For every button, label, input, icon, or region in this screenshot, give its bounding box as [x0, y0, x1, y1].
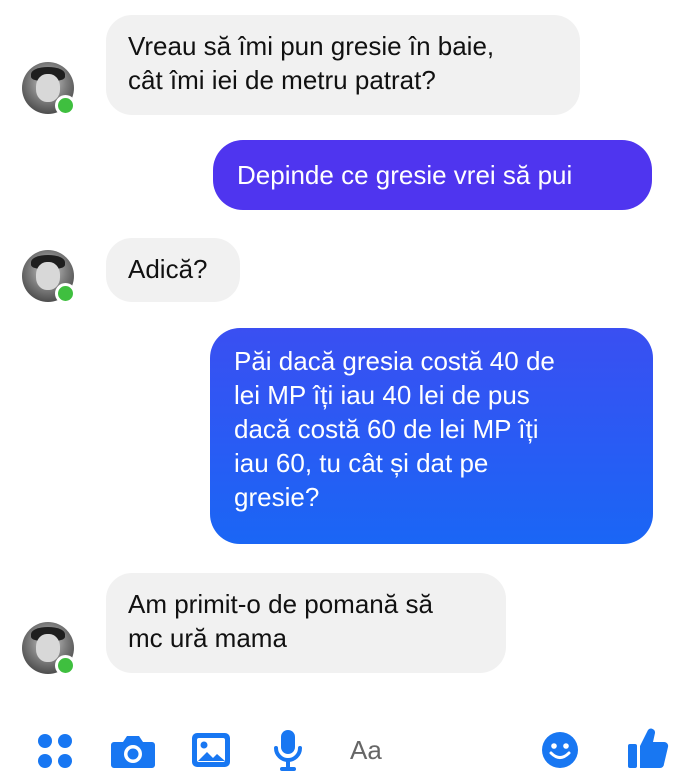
chat-screen: Vreau să îmi pun gresie în baie, cât îmi…: [0, 0, 700, 781]
message-bubble-outgoing[interactable]: Păi dacă gresia costă 40 de lei MP îți i…: [210, 328, 653, 544]
message-input[interactable]: Aa: [350, 733, 382, 767]
online-status-icon: [55, 655, 76, 676]
avatar-face: [36, 74, 60, 102]
contact-avatar[interactable]: [22, 622, 76, 676]
message-line: mc ură mama: [128, 623, 287, 653]
contact-avatar[interactable]: [22, 62, 76, 116]
online-status-icon: [55, 95, 76, 116]
avatar-face: [36, 634, 60, 662]
emoji-icon[interactable]: [540, 730, 580, 770]
online-status-icon: [55, 283, 76, 304]
message-line: Vreau să îmi pun gresie în baie,: [128, 31, 495, 61]
message-line: cât îmi iei de metru patrat?: [128, 65, 436, 95]
message-line: gresie?: [234, 482, 320, 512]
message-line: lei MP îți iau 40 lei de pus: [234, 380, 530, 410]
apps-icon[interactable]: [36, 732, 74, 770]
contact-avatar[interactable]: [22, 250, 76, 304]
message-line: Adică?: [128, 254, 208, 284]
message-line: Am primit-o de pomană să: [128, 589, 433, 619]
message-line: Depinde ce gresie vrei să pui: [237, 160, 573, 190]
message-line: iau 60, tu cât și dat pe: [234, 448, 489, 478]
gallery-icon[interactable]: [190, 730, 232, 770]
message-line: Păi dacă gresia costă 40 de: [234, 346, 555, 376]
thumbs-up-icon[interactable]: [626, 724, 670, 770]
microphone-icon[interactable]: [272, 728, 304, 772]
avatar-face: [36, 262, 60, 290]
message-line: dacă costă 60 de lei MP îți: [234, 414, 539, 444]
message-bubble-incoming[interactable]: Adică?: [106, 238, 240, 302]
message-bubble-incoming[interactable]: Am primit-o de pomană să mc ură mama: [106, 573, 506, 673]
message-bubble-outgoing[interactable]: Depinde ce gresie vrei să pui: [213, 140, 652, 210]
camera-icon[interactable]: [110, 732, 156, 770]
message-bubble-incoming[interactable]: Vreau să îmi pun gresie în baie, cât îmi…: [106, 15, 580, 115]
